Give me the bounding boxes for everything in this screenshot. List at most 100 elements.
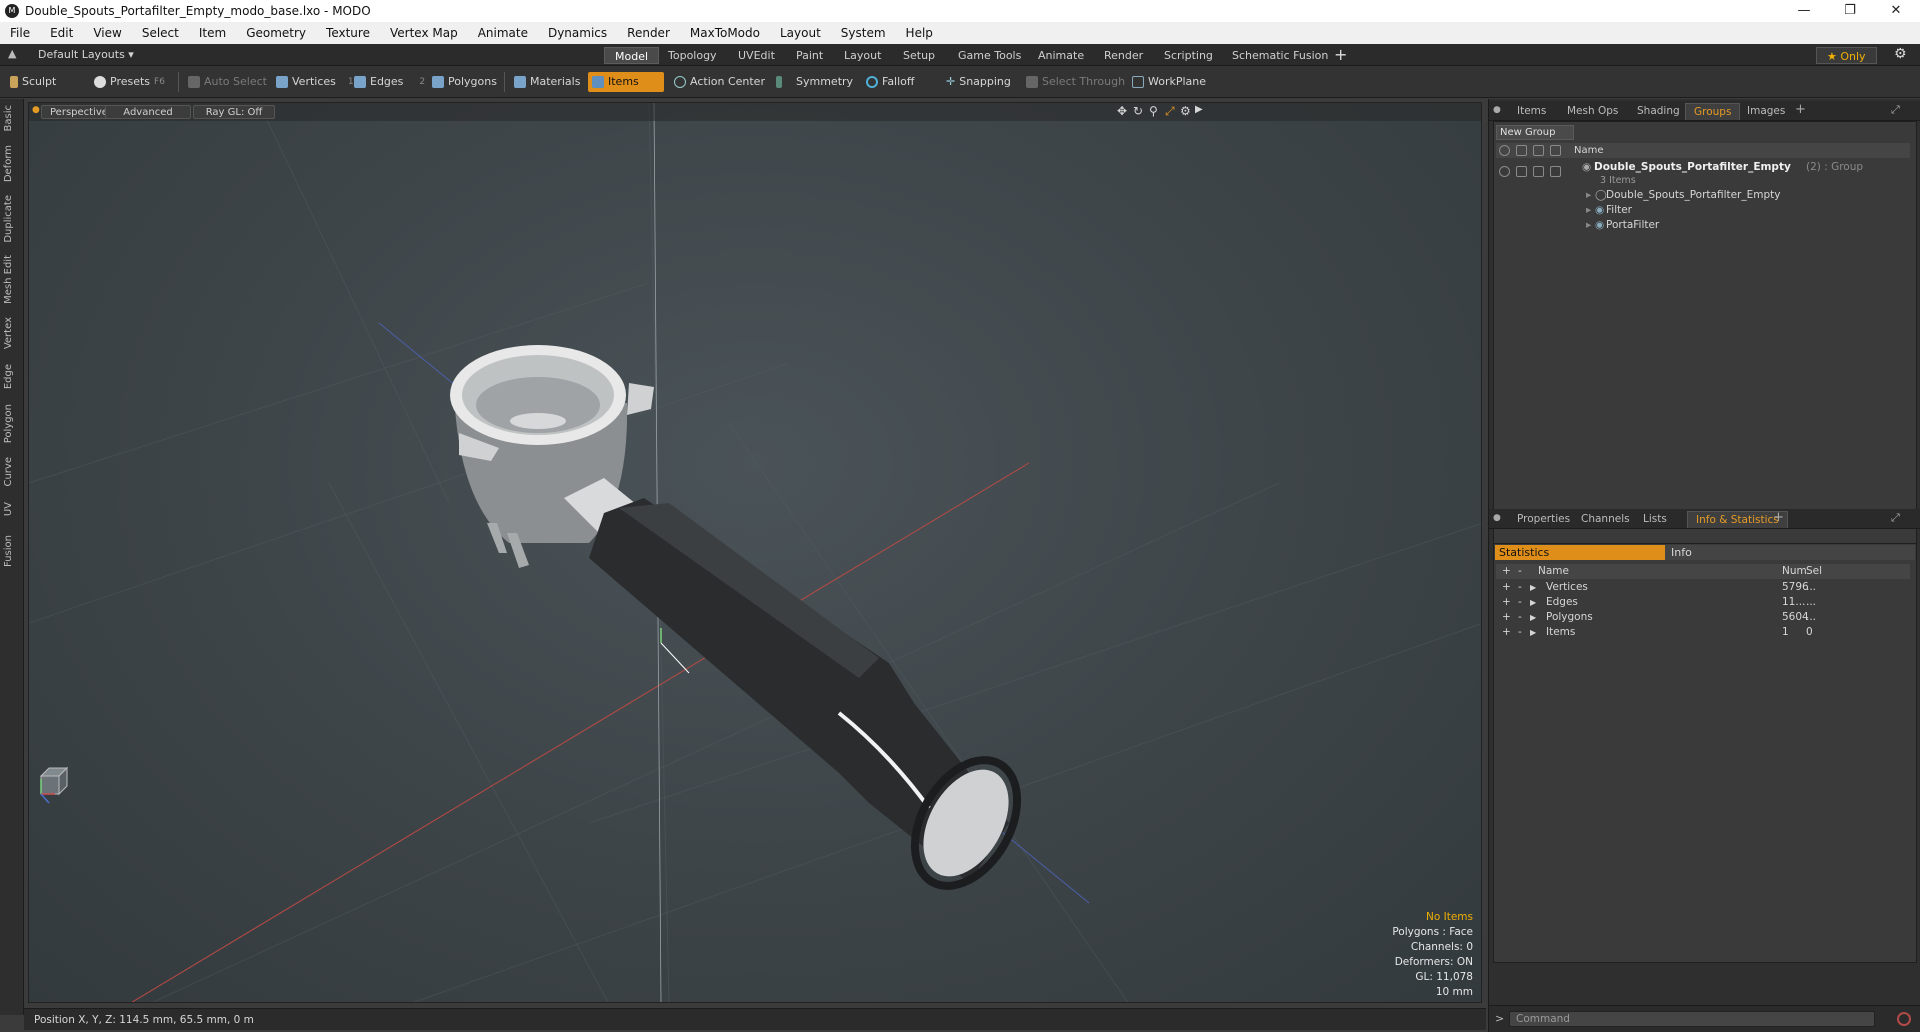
- items-button[interactable]: Items: [588, 72, 664, 92]
- left-tab-polygon[interactable]: Polygon: [3, 404, 21, 443]
- left-tab-mesh-edit[interactable]: Mesh Edit: [3, 255, 21, 304]
- pan-icon[interactable]: ✥: [1117, 104, 1127, 118]
- tab-items[interactable]: Items: [1509, 103, 1554, 120]
- statistics-subtab[interactable]: Statistics: [1495, 545, 1665, 560]
- tab-mesh-ops[interactable]: Mesh Ops: [1559, 103, 1626, 120]
- workplane-button[interactable]: WorkPlane: [1128, 72, 1212, 92]
- tab-setup[interactable]: Setup: [893, 47, 945, 64]
- falloff-button[interactable]: Falloff: [862, 72, 920, 92]
- viewport-settings-icon[interactable]: ⚙: [1180, 104, 1191, 118]
- new-group-button[interactable]: New Group: [1496, 125, 1574, 140]
- menu-help[interactable]: Help: [896, 26, 943, 40]
- action-center-button[interactable]: Action Center: [670, 72, 771, 92]
- add-panel-tab-icon[interactable]: +: [1795, 102, 1806, 117]
- tab-schematic-fusion[interactable]: Schematic Fusion: [1222, 47, 1338, 64]
- menu-vertex-map[interactable]: Vertex Map: [380, 26, 468, 40]
- remove-icon[interactable]: -: [1518, 580, 1522, 595]
- render-toggle-icon[interactable]: [1516, 166, 1527, 177]
- left-tab-basic[interactable]: Basic: [3, 105, 21, 131]
- left-tab-curve[interactable]: Curve: [3, 457, 21, 487]
- sculpt-button[interactable]: Sculpt: [6, 72, 62, 92]
- left-tab-edge[interactable]: Edge: [3, 364, 21, 389]
- panel-menu-icon[interactable]: ●: [1493, 105, 1501, 115]
- tab-groups[interactable]: Groups: [1685, 103, 1741, 120]
- fit-view-icon[interactable]: ⤢: [1165, 104, 1175, 119]
- tab-layout[interactable]: Layout: [834, 47, 891, 64]
- group-child-row[interactable]: ▸ ◉ PortaFilter: [1496, 218, 1910, 233]
- panel-expand-icon[interactable]: ⤢: [1891, 511, 1900, 525]
- remove-icon[interactable]: -: [1518, 625, 1522, 640]
- add-icon[interactable]: +: [1502, 625, 1511, 640]
- left-tab-uv[interactable]: UV: [3, 502, 21, 516]
- vertices-button[interactable]: Vertices 1: [272, 72, 360, 92]
- menu-view[interactable]: View: [83, 26, 131, 40]
- tab-paint[interactable]: Paint: [786, 47, 833, 64]
- tab-channels[interactable]: Channels: [1573, 511, 1638, 528]
- shading-advanced-button[interactable]: Advanced: [105, 105, 191, 119]
- group-child-row[interactable]: ▸ ◯ Double_Spouts_Portafilter_Empty: [1496, 188, 1910, 203]
- left-tab-duplicate[interactable]: Duplicate: [3, 195, 21, 243]
- presets-button[interactable]: Presets F6: [90, 72, 171, 92]
- record-icon[interactable]: [1897, 1012, 1911, 1026]
- left-tab-fusion[interactable]: Fusion: [3, 535, 21, 567]
- gear-icon[interactable]: ⚙: [1894, 46, 1907, 62]
- minimize-icon[interactable]: —: [1781, 0, 1827, 22]
- materials-button[interactable]: Materials: [510, 72, 586, 92]
- tab-render[interactable]: Render: [1094, 47, 1153, 64]
- tab-animate[interactable]: Animate: [1028, 47, 1094, 64]
- auto-select-button[interactable]: Auto Select: [184, 72, 273, 92]
- tab-scripting[interactable]: Scripting: [1154, 47, 1223, 64]
- polygons-button[interactable]: Polygons: [428, 72, 503, 92]
- left-tab-vertex[interactable]: Vertex: [3, 317, 21, 349]
- restore-icon[interactable]: ❐: [1827, 0, 1873, 22]
- only-button[interactable]: ★ Only: [1816, 47, 1877, 64]
- tab-lists[interactable]: Lists: [1635, 511, 1675, 528]
- tab-topology[interactable]: Topology: [658, 47, 727, 64]
- panel-menu-icon[interactable]: ●: [1493, 513, 1501, 523]
- expand-icon[interactable]: ▸: [1586, 203, 1591, 218]
- info-subtab[interactable]: Info: [1665, 545, 1915, 560]
- add-icon[interactable]: +: [1502, 610, 1511, 625]
- collapse-all-icon[interactable]: -: [1518, 564, 1522, 579]
- tab-images[interactable]: Images: [1739, 103, 1793, 120]
- menu-texture[interactable]: Texture: [316, 26, 380, 40]
- 3d-viewport[interactable]: ● Perspective Advanced Ray GL: Off ✥ ↻ ⚲…: [28, 102, 1482, 1003]
- expand-icon[interactable]: ▶: [1530, 625, 1536, 640]
- menu-render[interactable]: Render: [617, 26, 680, 40]
- menu-dynamics[interactable]: Dynamics: [538, 26, 617, 40]
- expand-all-icon[interactable]: +: [1502, 564, 1511, 579]
- command-input[interactable]: Command: [1509, 1011, 1875, 1027]
- visibility-toggle-icon[interactable]: [1499, 166, 1510, 177]
- stats-row-vertices[interactable]: + - ▶ Vertices 5796 ...: [1496, 580, 1910, 595]
- remove-icon[interactable]: -: [1518, 595, 1522, 610]
- edges-button[interactable]: Edges 2: [350, 72, 431, 92]
- add-icon[interactable]: +: [1502, 580, 1511, 595]
- symmetry-button[interactable]: Symmetry: [772, 72, 859, 92]
- lock-toggle-icon[interactable]: [1533, 166, 1544, 177]
- tab-shading[interactable]: Shading: [1629, 103, 1688, 120]
- viewport-menu-icon[interactable]: ●: [32, 105, 40, 115]
- add-tab-icon[interactable]: +: [1334, 45, 1347, 64]
- left-tab-deform[interactable]: Deform: [3, 145, 21, 182]
- expand-icon[interactable]: ▸: [1586, 218, 1591, 233]
- menu-animate[interactable]: Animate: [468, 26, 538, 40]
- stats-row-items[interactable]: + - ▶ Items 1 0: [1496, 625, 1910, 640]
- menu-maxtomodo[interactable]: MaxToModo: [680, 26, 770, 40]
- viewport-expand-icon[interactable]: ▶: [1195, 104, 1203, 115]
- menu-item[interactable]: Item: [189, 26, 236, 40]
- select-toggle-icon[interactable]: [1550, 166, 1561, 177]
- expand-icon[interactable]: ▶: [1530, 595, 1536, 610]
- panel-expand-icon[interactable]: ⤢: [1891, 103, 1900, 117]
- snapping-button[interactable]: ✛ Snapping: [942, 72, 1017, 92]
- menu-edit[interactable]: Edit: [40, 26, 83, 40]
- layout-selector[interactable]: Default Layouts ▾: [38, 48, 134, 61]
- tab-game-tools[interactable]: Game Tools: [948, 47, 1031, 64]
- add-panel-tab-icon[interactable]: +: [1773, 510, 1784, 525]
- menu-file[interactable]: File: [0, 26, 40, 40]
- raygl-button[interactable]: Ray GL: Off: [193, 105, 275, 119]
- close-icon[interactable]: ✕: [1873, 0, 1919, 22]
- tab-properties[interactable]: Properties: [1509, 511, 1578, 528]
- group-child-row[interactable]: ▸ ◉ Filter: [1496, 203, 1910, 218]
- stats-row-polygons[interactable]: + - ▶ Polygons 5604 ...: [1496, 610, 1910, 625]
- stats-row-edges[interactable]: + - ▶ Edges 11... ...: [1496, 595, 1910, 610]
